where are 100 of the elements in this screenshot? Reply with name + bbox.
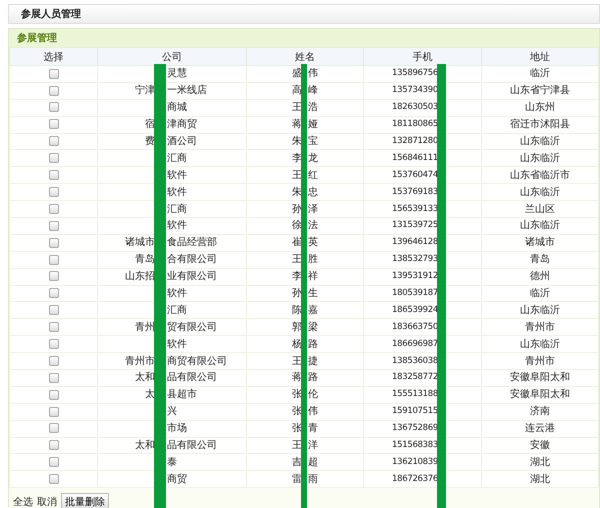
table-cell-text: 崔 — [291, 236, 302, 250]
table-cell-text: 138532793 — [391, 253, 438, 266]
table-cell: 山东临沂 — [520, 220, 560, 232]
checkbox[interactable] — [48, 372, 58, 383]
table-cell-text: 183258772 — [391, 371, 438, 384]
table-cell-text: 135896756 — [391, 67, 438, 80]
checkbox[interactable] — [48, 68, 58, 79]
table-cell-text: 蒋 — [291, 118, 302, 132]
checkbox[interactable] — [48, 220, 58, 231]
table-cell-text: 软件 — [167, 287, 187, 302]
checkbox[interactable] — [48, 322, 58, 332]
table-cell-text: 软件 — [167, 338, 187, 352]
table-cell-text: 181180865 — [391, 118, 438, 132]
checkbox[interactable] — [48, 186, 58, 197]
table-cell-text: 汇商 — [167, 304, 187, 318]
table-cell-text: 138536038 — [391, 354, 438, 368]
select-all-link[interactable]: 全选 — [13, 495, 33, 508]
table-cell-text: 186726376 — [391, 472, 438, 486]
table-cell-text: 捷 — [308, 354, 318, 369]
table-cell-text: 汇商 — [167, 202, 187, 217]
table-cell-text: 一米线店 — [167, 84, 207, 98]
table-cell: 临沂 — [530, 288, 550, 300]
table-cell-text: 泰 — [167, 456, 177, 470]
table-cell-text: 品有限公司 — [167, 371, 217, 386]
table-cell-text: 宝 — [308, 134, 318, 149]
checkbox[interactable] — [48, 271, 58, 282]
checkbox[interactable] — [48, 406, 58, 417]
table-cell: 连云港 — [525, 423, 555, 434]
column-header: 地址 — [482, 48, 598, 66]
table-cell-text: 县超市 — [167, 388, 197, 402]
table-cell: 山东省宁津县 — [510, 85, 570, 96]
table-cell: 青州市 — [525, 356, 555, 367]
table-cell: 山东临沂 — [520, 152, 560, 164]
table-cell-text: 伦 — [308, 388, 318, 402]
table-cell-text: 法 — [308, 218, 318, 234]
checkbox[interactable] — [48, 305, 58, 316]
table-cell: 青州市 — [525, 322, 555, 333]
table-cell-text: 张 — [291, 388, 302, 402]
table-cell-text: 朱 — [291, 186, 302, 200]
table-cell: 宿迁市沭阳县 — [510, 119, 570, 130]
checkbox[interactable] — [48, 119, 58, 130]
checkbox[interactable] — [48, 457, 58, 468]
table-cell-text: 蒋 — [291, 370, 302, 386]
table-cell-text: 王 — [291, 101, 302, 116]
table-cell: 山东省临沂市 — [510, 170, 570, 181]
table-cell-text: 153760474 — [391, 168, 438, 182]
checkbox[interactable] — [48, 136, 58, 146]
table-cell-text: 156539133 — [391, 202, 438, 216]
table-cell-text: 商贸有限公司 — [167, 354, 227, 369]
table-cell-text: 雨 — [308, 472, 318, 487]
checkbox[interactable] — [48, 238, 58, 248]
table-cell-text: 红 — [308, 168, 318, 183]
column-header: 公司 — [98, 48, 246, 66]
table-cell-text: 龙 — [308, 152, 318, 166]
table-cell-text: 峰 — [308, 84, 318, 98]
checkbox[interactable] — [48, 423, 58, 434]
table-cell-text: 李 — [291, 270, 302, 284]
table-cell-text: 灵慧 — [167, 66, 187, 82]
table-cell: 山东临沂 — [520, 338, 560, 350]
checkbox[interactable] — [48, 390, 58, 400]
table-cell: 湖北 — [530, 456, 550, 468]
table-cell: 安徽阜阳太和 — [510, 389, 570, 400]
table-cell-text: 王 — [291, 439, 302, 454]
table-cell-text: 张 — [291, 404, 302, 420]
checkbox[interactable] — [48, 474, 58, 484]
table-cell-text: 合有限公司 — [167, 253, 217, 268]
table-cell-text: 青州市 — [124, 354, 155, 369]
table-cell-text: 郭 — [291, 320, 302, 335]
checkbox[interactable] — [48, 170, 58, 180]
table-cell-text: 软件 — [167, 219, 187, 234]
table-cell-text: 151568383 — [391, 439, 438, 452]
table-cell-text: 伟 — [308, 67, 318, 82]
table-cell: 临沂 — [530, 68, 550, 80]
checkbox[interactable] — [48, 288, 58, 298]
table-cell-text: 津商贸 — [167, 118, 197, 132]
table-cell-text: 梁 — [308, 320, 318, 335]
table-cell-text: 英 — [308, 236, 318, 250]
checkbox[interactable] — [48, 153, 58, 164]
table-cell-text: 高 — [291, 84, 302, 98]
table-cell-text: 路 — [308, 338, 318, 352]
checkbox[interactable] — [48, 254, 58, 264]
batch-delete-button[interactable]: 批量删除 — [61, 493, 109, 508]
checkbox[interactable] — [48, 338, 58, 349]
table-cell-text: 祥 — [308, 270, 318, 284]
table-cell: 济南 — [530, 406, 550, 418]
checkbox[interactable] — [48, 440, 58, 450]
checkbox[interactable] — [48, 356, 58, 366]
table-cell-text: 软件 — [167, 168, 187, 183]
checkbox[interactable] — [48, 102, 58, 112]
table-cell-text: 132871280 — [391, 135, 438, 148]
checkbox[interactable] — [48, 86, 58, 96]
cancel-link[interactable]: 取消 — [37, 495, 57, 508]
table-cell-text: 路 — [308, 371, 318, 386]
table-cell-text: 浩 — [308, 100, 318, 116]
table-cell-text: 李 — [291, 152, 302, 166]
checkbox[interactable] — [48, 204, 58, 214]
table-cell-text: 娅 — [308, 118, 318, 132]
table-cell-text: 136210839 — [391, 456, 438, 469]
table-cell-text: 品有限公司 — [167, 439, 217, 454]
table-cell-text: 商城 — [167, 100, 187, 116]
